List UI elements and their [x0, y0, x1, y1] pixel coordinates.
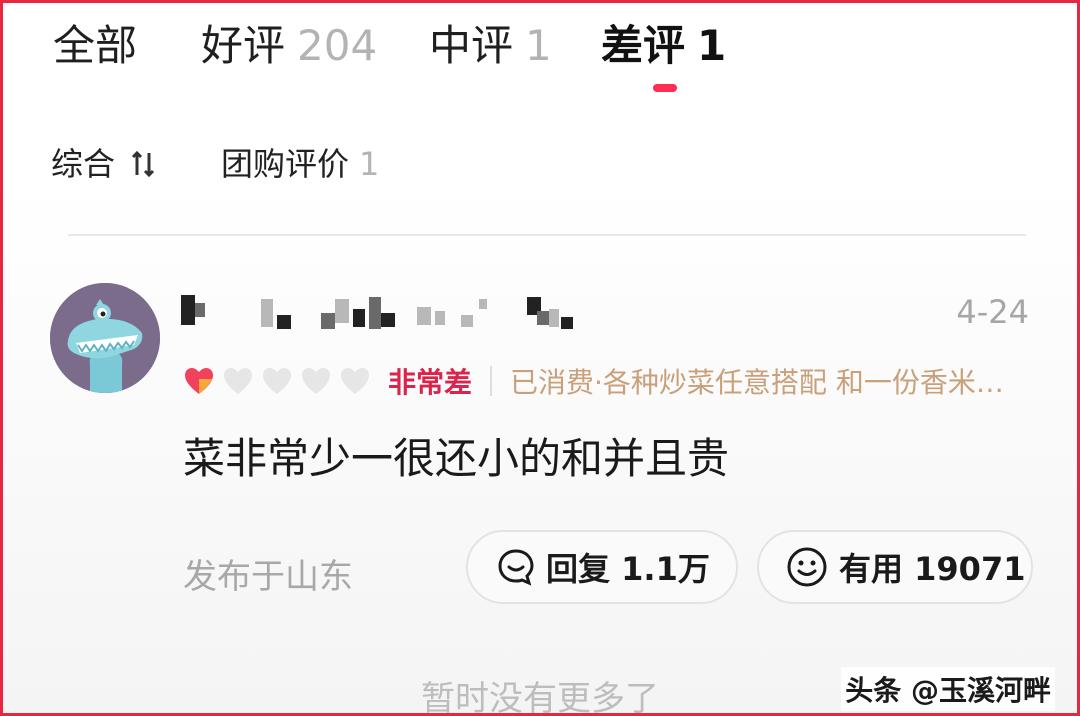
- avatar[interactable]: [50, 283, 160, 393]
- filter-count: 1: [359, 145, 380, 183]
- comment-icon: [498, 549, 534, 586]
- useful-label: 有用 19071: [839, 550, 1026, 588]
- heart-empty-icon: [224, 368, 252, 394]
- tab-label: 好评: [201, 21, 286, 70]
- tab-count: 1: [697, 21, 727, 70]
- reply-button[interactable]: 回复 1.1万: [466, 530, 738, 604]
- tab-label: 全部: [53, 21, 138, 70]
- review-date: 4-24: [956, 293, 1029, 331]
- filter-comprehensive[interactable]: 综合: [51, 143, 163, 185]
- screenshot-frame: 全部 好评 204 中评 1 差评 1 综合 团购评价 1 4-24 非常差 已…: [0, 0, 1080, 716]
- tab-label: 中评: [429, 21, 514, 70]
- tab-neutral[interactable]: 中评 1: [429, 21, 552, 71]
- publish-location: 发布于山东: [183, 557, 353, 597]
- watermark: 头条 @玉溪河畔: [841, 667, 1055, 711]
- filter-label: 综合: [51, 145, 116, 183]
- heart-filled-icon: [185, 368, 213, 394]
- heart-empty-icon: [341, 368, 369, 394]
- review-text: 菜非常少一很还小的和并且贵: [183, 434, 730, 483]
- filter-label: 团购评价: [221, 145, 350, 183]
- sort-icon: [132, 150, 155, 178]
- rating-label: 非常差: [388, 366, 473, 399]
- useful-button[interactable]: 有用 19071: [757, 530, 1033, 604]
- smile-icon: [787, 547, 827, 587]
- heart-empty-icon: [263, 368, 291, 394]
- tab-count: 204: [297, 21, 378, 70]
- tab-negative[interactable]: 差评 1: [601, 21, 726, 71]
- dinosaur-avatar-icon: [50, 283, 160, 393]
- consumed-info: 已消费·各种炒菜任意搭配 和一份香米…: [510, 366, 1004, 399]
- username-pixelated[interactable]: [181, 295, 581, 333]
- rating-separator: [490, 366, 493, 396]
- active-tab-indicator: [653, 84, 677, 92]
- tab-all[interactable]: 全部: [53, 21, 137, 71]
- reply-label: 回复 1.1万: [546, 550, 710, 588]
- heart-empty-icon: [302, 368, 330, 394]
- tab-label: 差评: [601, 21, 686, 70]
- rating-row: 非常差 已消费·各种炒菜任意搭配 和一份香米…: [183, 361, 1004, 401]
- divider: [68, 234, 1026, 236]
- tab-positive[interactable]: 好评 204: [201, 21, 377, 71]
- filter-group-buy[interactable]: 团购评价 1: [221, 143, 379, 185]
- tab-count: 1: [525, 21, 552, 70]
